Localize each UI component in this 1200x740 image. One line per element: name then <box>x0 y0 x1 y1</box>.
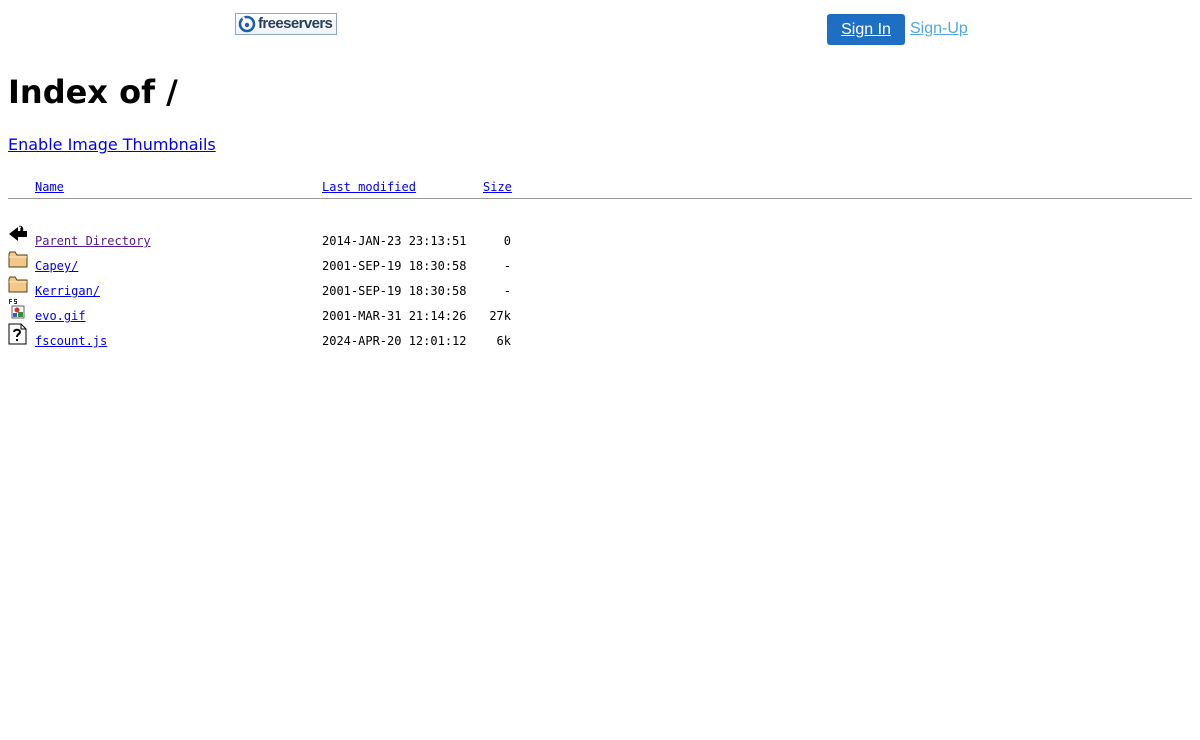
file-row-parent-directory: Parent Directory 2014-JAN-23 23:13:51 0 <box>8 223 1192 248</box>
file-row-evo-gif: evo.gif 2001-MAR-31 21:14:26 27k <box>8 298 1192 323</box>
folder-icon[interactable] <box>8 273 28 295</box>
column-header-size[interactable]: Size <box>483 179 512 195</box>
file-modified: 2001-MAR-31 21:14:26 <box>322 309 467 323</box>
file-link[interactable]: Capey/ <box>35 258 78 274</box>
sign-up-link[interactable]: Sign-Up <box>910 19 968 39</box>
enable-thumbnails-link[interactable]: Enable Image Thumbnails <box>8 134 216 156</box>
file-size: - <box>503 259 511 273</box>
freeservers-logo[interactable]: freeservers <box>235 13 337 35</box>
file-modified: 2024-APR-20 12:01:12 <box>322 334 467 348</box>
sign-in-button[interactable]: Sign In <box>827 14 905 45</box>
file-row-kerrigan: Kerrigan/ 2001-SEP-19 18:30:58 - <box>8 273 1192 298</box>
file-size: 6k <box>496 334 511 348</box>
back-arrow-icon[interactable] <box>8 223 28 245</box>
page-title: Index of / <box>8 73 178 111</box>
unknown-file-icon[interactable] <box>8 323 28 345</box>
file-list: Parent Directory 2014-JAN-23 23:13:51 0 … <box>8 223 1192 348</box>
freeservers-logo-icon <box>238 15 256 33</box>
image-file-icon[interactable] <box>8 298 28 320</box>
file-link[interactable]: Parent Directory <box>35 233 151 249</box>
header-divider <box>8 198 1192 199</box>
file-modified: 2014-JAN-23 23:13:51 <box>322 234 467 248</box>
file-size: - <box>503 284 511 298</box>
file-row-fscount-js: fscount.js 2024-APR-20 12:01:12 6k <box>8 323 1192 348</box>
file-size: 27k <box>489 309 511 323</box>
file-modified: 2001-SEP-19 18:30:58 <box>322 284 467 298</box>
file-link[interactable]: evo.gif <box>35 308 86 324</box>
file-size: 0 <box>503 234 511 248</box>
column-header-last-modified[interactable]: Last modified <box>322 179 416 195</box>
file-modified: 2001-SEP-19 18:30:58 <box>322 259 467 273</box>
logo-text: freeservers <box>258 15 333 32</box>
page: freeservers Sign In Sign-Up Index of / E… <box>0 0 1200 740</box>
file-row-capey: Capey/ 2001-SEP-19 18:30:58 - <box>8 248 1192 273</box>
file-link[interactable]: Kerrigan/ <box>35 283 100 299</box>
folder-icon[interactable] <box>8 248 28 270</box>
column-header-name[interactable]: Name <box>35 179 64 195</box>
file-link[interactable]: fscount.js <box>35 333 107 349</box>
